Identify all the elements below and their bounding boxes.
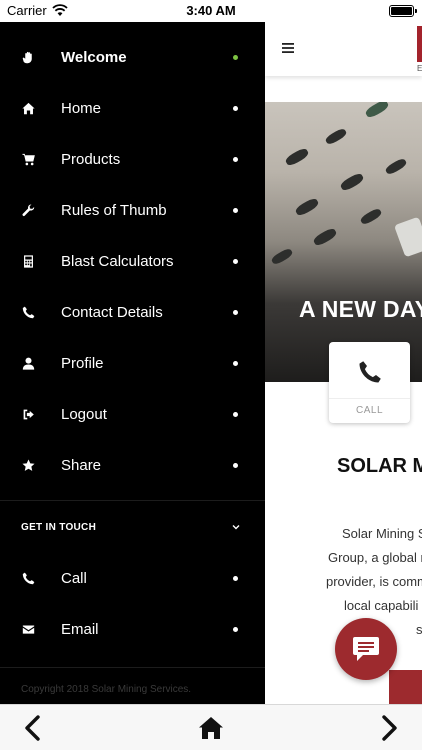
main-content: E A NEW DAY CALL SOLAR M Solar Mining S … xyxy=(265,22,422,704)
hero-image-detail xyxy=(324,127,348,146)
menu-item-share[interactable]: Share xyxy=(0,440,265,491)
hero-image-detail xyxy=(270,247,294,266)
user-icon xyxy=(21,356,36,371)
chevron-down-icon[interactable] xyxy=(231,522,241,532)
hero-image-detail xyxy=(364,102,390,120)
bottom-toolbar xyxy=(0,704,422,750)
star-icon xyxy=(21,458,36,473)
chevron-left-icon xyxy=(25,715,40,741)
navigation-drawer: Welcome Home Products Rules of Thumb Bla… xyxy=(0,22,265,704)
hero-image-detail xyxy=(284,146,310,168)
menu-label-share: Share xyxy=(61,457,102,474)
hero-image-detail xyxy=(339,171,365,193)
menu-label-products: Products xyxy=(61,151,121,168)
menu-dot xyxy=(233,106,238,111)
home-button[interactable] xyxy=(198,715,224,741)
hero-banner: A NEW DAY xyxy=(265,102,422,382)
back-button[interactable] xyxy=(21,715,45,741)
home-icon xyxy=(199,717,223,739)
about-text-line: Group, a global r xyxy=(328,550,422,565)
menu-item-email[interactable]: Email xyxy=(0,604,265,655)
hamburger-menu-icon[interactable] xyxy=(282,43,294,53)
menu-dot xyxy=(233,157,238,162)
menu-dot xyxy=(233,627,238,632)
clock-label: 3:40 AM xyxy=(186,3,236,18)
phone-icon xyxy=(21,305,36,320)
hero-image-detail xyxy=(384,157,408,176)
about-heading: SOLAR M xyxy=(337,455,422,477)
menu-label-logout: Logout xyxy=(61,406,107,423)
home-icon xyxy=(21,101,36,116)
battery-icon xyxy=(389,5,417,17)
menu-item-contact-details[interactable]: Contact Details xyxy=(0,287,265,338)
envelope-icon xyxy=(21,622,36,637)
about-text-line: Solar Mining S xyxy=(342,526,422,541)
copyright-text: Copyright 2018 Solar Mining Services. xyxy=(21,684,192,695)
about-text-line: local capabili xyxy=(344,598,419,613)
hero-image-detail xyxy=(312,226,338,248)
menu-item-logout[interactable]: Logout xyxy=(0,389,265,440)
drawer-divider xyxy=(0,667,265,668)
hero-image-detail xyxy=(294,196,320,218)
cart-icon xyxy=(21,152,36,167)
menu-item-profile[interactable]: Profile xyxy=(0,338,265,389)
section-title-get-in-touch: GET IN TOUCH xyxy=(21,522,97,533)
hero-image-truck xyxy=(393,216,422,258)
accent-block xyxy=(389,670,422,704)
chat-bubble-icon xyxy=(353,637,379,661)
menu-label-profile: Profile xyxy=(61,355,104,372)
menu-dot xyxy=(233,576,238,581)
app-header: E xyxy=(265,22,422,76)
hero-title: A NEW DAY xyxy=(299,296,422,322)
status-bar: Carrier 3:40 AM xyxy=(0,0,422,22)
call-card-label: CALL xyxy=(355,405,383,416)
menu-label-contact-details: Contact Details xyxy=(61,304,163,321)
chat-button[interactable] xyxy=(335,618,397,680)
menu-dot xyxy=(233,259,238,264)
menu-label-home: Home xyxy=(61,100,102,117)
menu-dot xyxy=(233,463,238,468)
menu-dot xyxy=(233,412,238,417)
menu-label-email: Email xyxy=(61,621,99,638)
menu-label-blast-calculators: Blast Calculators xyxy=(61,253,174,270)
menu-item-blast-calculators[interactable]: Blast Calculators xyxy=(0,236,265,287)
logo-text: E xyxy=(417,64,422,73)
drawer-divider xyxy=(0,500,265,501)
menu-dot xyxy=(233,310,238,315)
call-card-button[interactable]: CALL xyxy=(329,342,410,423)
active-indicator-dot xyxy=(233,55,238,60)
menu-label-call: Call xyxy=(61,570,87,587)
menu-item-rules-of-thumb[interactable]: Rules of Thumb xyxy=(0,185,265,236)
menu-item-call[interactable]: Call xyxy=(0,553,265,604)
forward-button[interactable] xyxy=(377,715,401,741)
menu-item-products[interactable]: Products xyxy=(0,134,265,185)
menu-item-home[interactable]: Home xyxy=(0,83,265,134)
menu-dot xyxy=(233,208,238,213)
phone-icon xyxy=(359,361,381,383)
calculator-icon xyxy=(21,254,36,269)
about-text-line: provider, is comm xyxy=(326,574,422,589)
card-divider xyxy=(329,398,410,399)
about-text-line: s xyxy=(416,622,422,637)
hero-image-detail xyxy=(359,207,383,226)
menu-dot xyxy=(233,361,238,366)
chevron-right-icon xyxy=(382,715,397,741)
menu-item-welcome[interactable]: Welcome xyxy=(0,32,265,83)
wrench-icon xyxy=(21,203,36,218)
logout-icon xyxy=(21,407,36,422)
hand-icon xyxy=(21,50,36,65)
logo-mark xyxy=(417,26,422,62)
menu-label-rules-of-thumb: Rules of Thumb xyxy=(61,202,167,219)
menu-label-welcome: Welcome xyxy=(61,49,127,66)
phone-icon xyxy=(21,571,36,586)
